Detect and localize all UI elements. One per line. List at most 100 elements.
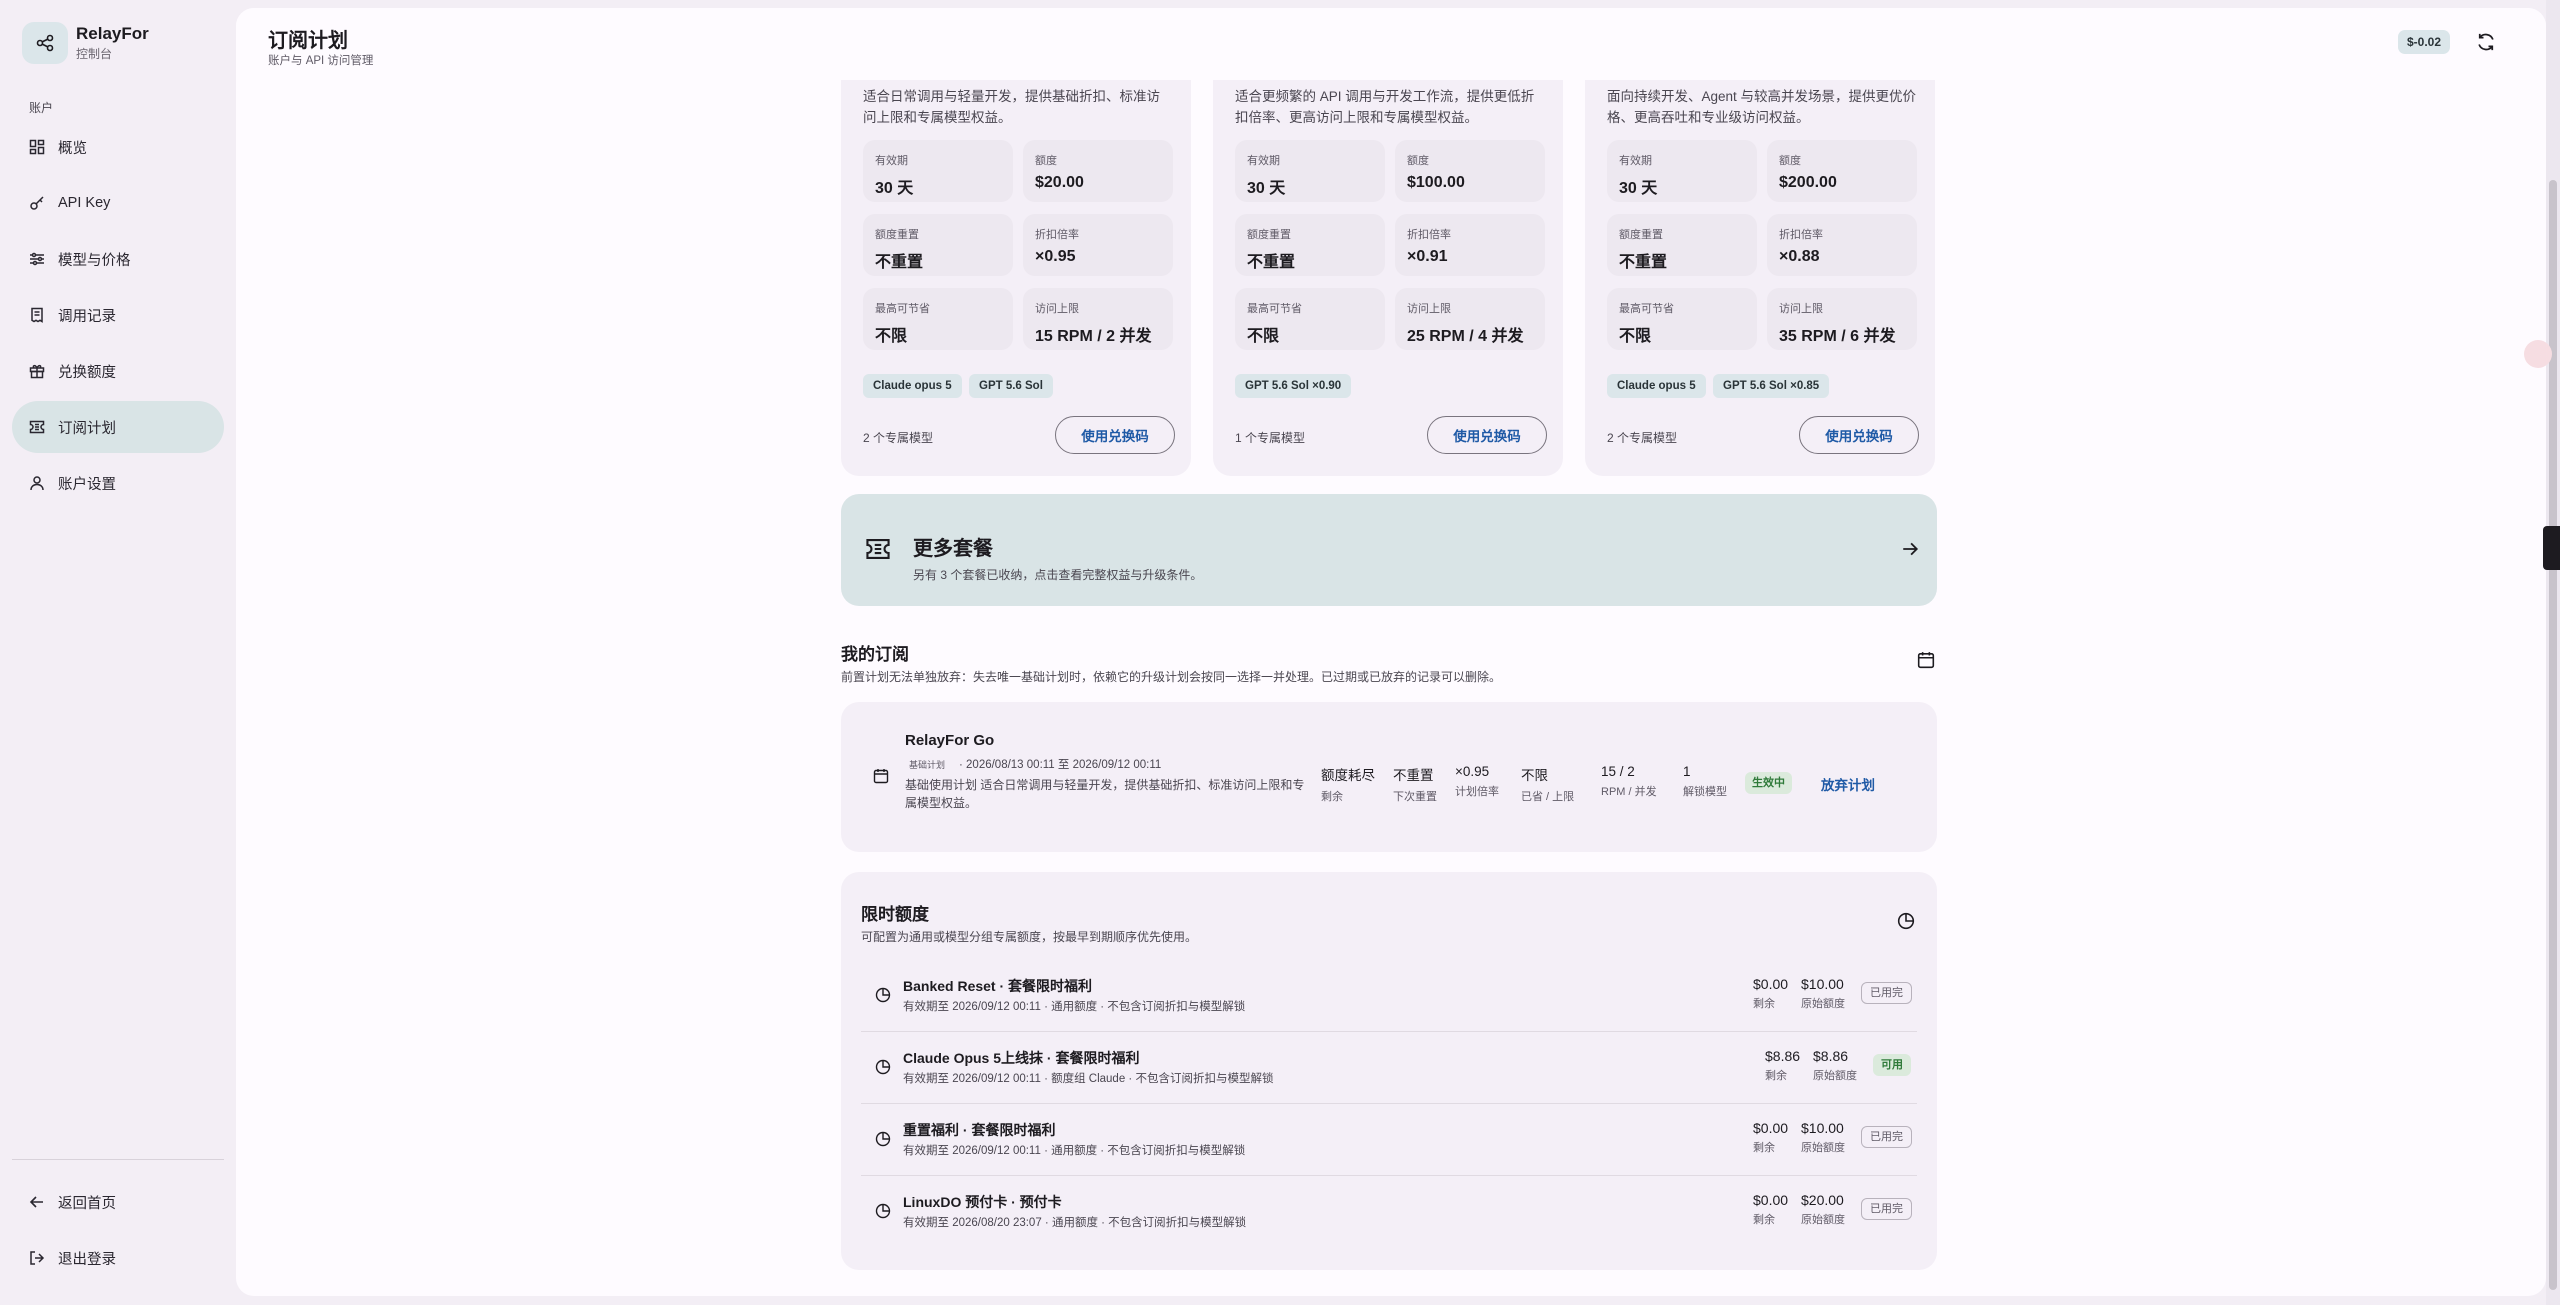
- pie-chart-icon: [875, 1203, 893, 1221]
- calendar-icon[interactable]: [1917, 651, 1937, 671]
- stat-label: 访问上限: [1035, 303, 1079, 315]
- limited-quota-subtitle: 可配置为通用或模型分组专属额度，按最早到期顺序优先使用。: [861, 930, 1198, 944]
- quota-meta: 有效期至 2026/09/12 00:11 · 通用额度 · 不包含订阅折扣与模…: [903, 1145, 1246, 1157]
- ticket-icon: [865, 536, 893, 564]
- sidebar-item-label: 调用记录: [58, 308, 116, 325]
- plan-stat: 访问上限 15 RPM / 2 并发: [1023, 288, 1173, 350]
- stat-label: 额度: [1035, 155, 1057, 167]
- sidebar-item-call-logs[interactable]: 调用记录: [12, 289, 224, 341]
- balance-badge[interactable]: $-0.02: [2398, 30, 2451, 54]
- logout-label: 退出登录: [58, 1251, 116, 1268]
- use-redeem-code-button[interactable]: 使用兑换码: [1055, 416, 1175, 454]
- quota-name: LinuxDO 预付卡 · 预付卡: [903, 1194, 1062, 1210]
- stat-value: 30 天: [875, 180, 914, 197]
- back-home-button[interactable]: 返回首页: [12, 1176, 224, 1228]
- stat-value: 35 RPM / 6 并发: [1779, 328, 1896, 345]
- back-home-label: 返回首页: [58, 1195, 116, 1212]
- stat-value: 30 天: [1247, 180, 1286, 197]
- stat-label: 额度重置: [875, 229, 919, 241]
- subscription-metric: 额度耗尽 剩余: [1321, 764, 1375, 804]
- stat-label: 有效期: [1619, 155, 1652, 167]
- sidebar-nav: 概览 API Key 模型与价格 调用记录 兑换额度 订阅计划 账户设置: [12, 121, 224, 513]
- abandon-plan-button[interactable]: 放弃计划: [1821, 774, 1875, 794]
- quota-row: LinuxDO 预付卡 · 预付卡 有效期至 2026/08/20 23:07 …: [861, 1176, 1917, 1248]
- sidebar-item-api-key[interactable]: API Key: [12, 177, 224, 229]
- sidebar-item-label: 概览: [58, 140, 87, 157]
- stat-label: 访问上限: [1779, 303, 1823, 315]
- stat-label: 最高可节省: [1247, 303, 1302, 315]
- quota-meta: 有效期至 2026/08/20 23:07 · 通用额度 · 不包含订阅折扣与模…: [903, 1217, 1247, 1229]
- plan-stat: 有效期 30 天: [1235, 140, 1385, 202]
- sidebar-item-account-settings[interactable]: 账户设置: [12, 457, 224, 509]
- plan-stat: 有效期 30 天: [863, 140, 1013, 202]
- my-subscriptions-title: 我的订阅: [841, 645, 909, 664]
- quota-remaining-value: $0.00: [1753, 976, 1789, 992]
- stat-value: 不限: [875, 328, 908, 345]
- sidebar-item-subscriptions[interactable]: 订阅计划: [12, 401, 224, 453]
- quota-original: $8.86 原始额度: [1813, 1048, 1857, 1083]
- top-bar: 订阅计划 账户与 API 访问管理 $-0.02: [236, 8, 2546, 80]
- calendar-icon: [873, 768, 891, 786]
- brand[interactable]: RelayFor 控制台: [22, 22, 149, 64]
- limited-quota-card: 限时额度 可配置为通用或模型分组专属额度，按最早到期顺序优先使用。 Banked…: [841, 872, 1937, 1270]
- quota-remaining-label: 剩余: [1753, 1142, 1775, 1154]
- quota-remaining-label: 剩余: [1765, 1070, 1787, 1082]
- quota-remaining-value: $0.00: [1753, 1120, 1789, 1136]
- plan-stat: 额度重置 不重置: [863, 214, 1013, 276]
- stat-label: 有效期: [875, 155, 908, 167]
- key-icon: [28, 194, 46, 212]
- quota-original-value: $10.00: [1801, 1120, 1844, 1136]
- sidebar-item-overview[interactable]: 概览: [12, 121, 224, 173]
- sidebar-item-label: 账户设置: [58, 476, 116, 493]
- quota-remaining: $0.00 剩余: [1753, 976, 1788, 1011]
- metric-value: 1: [1683, 764, 1691, 779]
- plan-stat: 最高可节省 不限: [1607, 288, 1757, 350]
- stat-value: 不限: [1247, 328, 1280, 345]
- brand-name: RelayFor: [76, 24, 149, 43]
- quota-original: $10.00 原始额度: [1801, 976, 1845, 1011]
- plan-stat: 额度 $200.00: [1767, 140, 1917, 202]
- model-tag: Claude opus 5: [863, 374, 962, 398]
- receipt-icon: [28, 306, 46, 324]
- subscription-metric: 不限 已省 / 上限: [1521, 764, 1574, 804]
- plan-description: 适合日常调用与轻量开发，提供基础折扣、标准访问上限和专属模型权益。: [863, 89, 1160, 125]
- sidebar-item-models-pricing[interactable]: 模型与价格: [12, 233, 224, 285]
- more-plans-banner[interactable]: 更多套餐 另有 3 个套餐已收纳，点击查看完整权益与升级条件。: [841, 494, 1937, 606]
- subscription-date-range: · 2026/08/13 00:11 至 2026/09/12 00:11: [959, 759, 1162, 771]
- stat-value: $20.00: [1035, 174, 1084, 191]
- plan-description: 适合更频繁的 API 调用与开发工作流，提供更低折扣倍率、更高访问上限和专属模型…: [1235, 89, 1535, 125]
- metric-label: RPM / 并发: [1601, 786, 1657, 798]
- model-tag: Claude opus 5: [1607, 374, 1706, 398]
- model-count: 2 个专属模型: [863, 431, 934, 445]
- page-title: 订阅计划: [268, 30, 348, 52]
- sidebar-divider: [12, 1159, 224, 1160]
- quota-remaining: $0.00 剩余: [1753, 1120, 1788, 1155]
- use-redeem-code-button[interactable]: 使用兑换码: [1799, 416, 1919, 454]
- logout-button[interactable]: 退出登录: [12, 1232, 224, 1284]
- sidebar-item-redeem[interactable]: 兑换额度: [12, 345, 224, 397]
- plan-stat: 额度重置 不重置: [1607, 214, 1757, 276]
- quota-remaining-value: $0.00: [1753, 1192, 1789, 1208]
- pie-chart-icon: [875, 1131, 893, 1149]
- refresh-icon[interactable]: [2476, 32, 2498, 54]
- translate-widget-icon[interactable]: [2524, 340, 2552, 368]
- sidebar-item-label: 模型与价格: [58, 252, 131, 269]
- status-badge: 已用完: [1861, 1198, 1912, 1220]
- plan-stat: 折扣倍率 ×0.91: [1395, 214, 1545, 276]
- limited-quota-title: 限时额度: [861, 905, 929, 924]
- user-icon: [28, 474, 46, 492]
- quota-meta: 有效期至 2026/09/12 00:11 · 额度组 Claude · 不包含…: [903, 1073, 1274, 1085]
- side-drawer-tab[interactable]: [2543, 526, 2560, 570]
- dashboard-icon: [28, 138, 46, 156]
- quota-remaining-value: $8.86: [1765, 1048, 1801, 1064]
- use-redeem-code-button[interactable]: 使用兑换码: [1427, 416, 1547, 454]
- plan-description: 面向持续开发、Agent 与较高并发场景，提供更优价格、更高吞吐和专业级访问权益…: [1607, 89, 1917, 125]
- share-icon: [22, 22, 68, 64]
- quota-row: 重置福利 · 套餐限时福利 有效期至 2026/09/12 00:11 · 通用…: [861, 1104, 1917, 1176]
- pie-chart-icon: [1897, 912, 1915, 930]
- plan-stat: 额度重置 不重置: [1235, 214, 1385, 276]
- sidebar: RelayFor 控制台 账户 概览 API Key 模型与价格 调用记录 兑换…: [0, 0, 236, 1305]
- stat-value: 30 天: [1619, 180, 1658, 197]
- quota-original-label: 原始额度: [1813, 1070, 1857, 1082]
- arrow-left-icon: [28, 1193, 46, 1211]
